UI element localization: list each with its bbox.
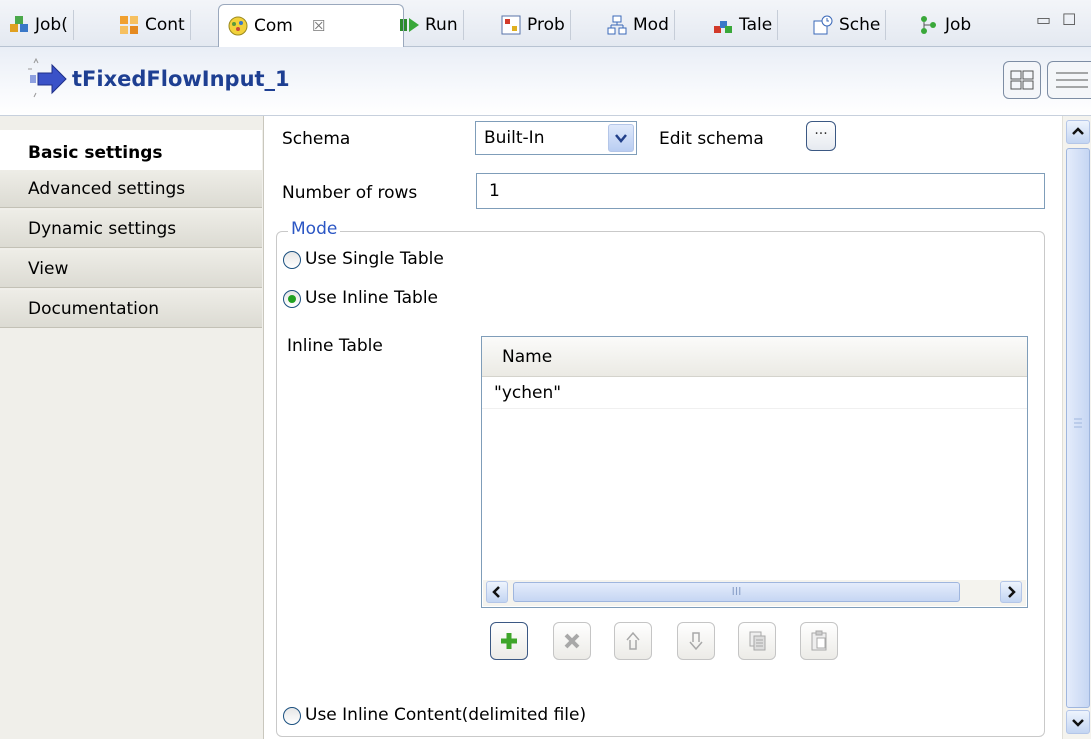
tab-job-tree[interactable]: Job	[918, 6, 971, 44]
side-tab-view[interactable]: View	[0, 250, 262, 288]
tab-job[interactable]: Job(	[8, 6, 74, 44]
run-icon	[398, 14, 420, 36]
tab-run[interactable]: Run	[398, 6, 464, 44]
problems-icon	[500, 14, 522, 36]
tab-scheduler[interactable]: Sche	[812, 6, 887, 44]
tab-component[interactable]: Com ☒	[218, 4, 404, 47]
tab-problems[interactable]: Prob	[500, 6, 571, 44]
vertical-scrollbar-thumb[interactable]	[1066, 148, 1090, 708]
table-row[interactable]: "ychen"	[482, 377, 1027, 409]
schema-select[interactable]: Built-In	[475, 121, 637, 155]
scroll-right-icon[interactable]	[1000, 581, 1022, 603]
column-header-name[interactable]: Name	[502, 347, 552, 367]
minimize-icon[interactable]: ▭	[1036, 10, 1051, 29]
scroll-up-icon[interactable]	[1066, 120, 1090, 144]
use-inline-content-label: Use Inline Content(delimited file)	[305, 705, 587, 725]
radio-use-inline-table[interactable]	[283, 290, 301, 308]
editor-tab-bar: Job( Cont Com ☒ Run Prob Mod Tale Sche J…	[0, 0, 1091, 47]
arrow-flow-icon	[24, 57, 70, 106]
edit-schema-button[interactable]: ···	[806, 121, 836, 151]
chevron-down-icon[interactable]	[608, 124, 634, 152]
side-tab-documentation[interactable]: Documentation	[0, 290, 262, 328]
job-icon	[8, 14, 30, 36]
radio-use-inline-content[interactable]	[283, 707, 301, 725]
mode-legend: Mode	[288, 219, 341, 239]
job-tree-icon	[918, 14, 940, 36]
radio-use-single-table[interactable]	[283, 251, 301, 269]
number-of-rows-label: Number of rows	[282, 183, 418, 203]
inline-table[interactable]: Name "ychen" III	[481, 336, 1028, 608]
modules-icon	[606, 14, 628, 36]
context-icon	[118, 14, 140, 36]
number-of-rows-value: 1	[489, 181, 500, 201]
horizontal-scrollbar[interactable]: III	[483, 580, 1026, 606]
side-tab-advanced-settings[interactable]: Advanced settings	[0, 170, 262, 208]
component-title-bar: tFixedFlowInput_1	[0, 47, 1091, 116]
use-single-table-label: Use Single Table	[305, 249, 444, 269]
copy-button[interactable]	[738, 622, 776, 660]
component-title: tFixedFlowInput_1	[72, 67, 290, 91]
table-cell[interactable]: "ychen"	[494, 383, 561, 403]
schema-label: Schema	[282, 129, 351, 149]
vertical-scrollbar[interactable]	[1062, 116, 1091, 739]
tab-talend[interactable]: Tale	[712, 6, 779, 44]
use-inline-table-label: Use Inline Table	[305, 288, 438, 308]
move-down-button[interactable]	[677, 622, 715, 660]
edit-schema-label: Edit schema	[659, 129, 764, 149]
paste-button[interactable]	[800, 622, 838, 660]
scroll-left-icon[interactable]	[486, 581, 508, 603]
number-of-rows-input[interactable]: 1	[476, 173, 1045, 209]
schema-select-value: Built-In	[484, 128, 545, 148]
add-row-button[interactable]	[490, 622, 528, 660]
layout-list-button[interactable]	[1047, 61, 1091, 99]
tab-context[interactable]: Cont	[118, 6, 191, 44]
maximize-icon[interactable]: ☐	[1062, 10, 1076, 29]
table-header[interactable]: Name	[482, 337, 1027, 377]
component-icon	[227, 15, 249, 37]
scheduler-icon	[812, 14, 834, 36]
layout-grid-button[interactable]	[1003, 61, 1041, 99]
close-tab-icon[interactable]: ☒	[312, 17, 325, 35]
scrollbar-thumb[interactable]: III	[513, 582, 960, 602]
talend-icon	[712, 14, 734, 36]
remove-row-button[interactable]	[553, 622, 591, 660]
side-tab-dynamic-settings[interactable]: Dynamic settings	[0, 210, 262, 248]
tab-modules[interactable]: Mod	[606, 6, 675, 44]
inline-table-label: Inline Table	[287, 336, 383, 356]
settings-side-tabs: Basic settings Advanced settings Dynamic…	[0, 116, 264, 739]
scroll-down-icon[interactable]	[1066, 710, 1090, 734]
move-up-button[interactable]	[614, 622, 652, 660]
